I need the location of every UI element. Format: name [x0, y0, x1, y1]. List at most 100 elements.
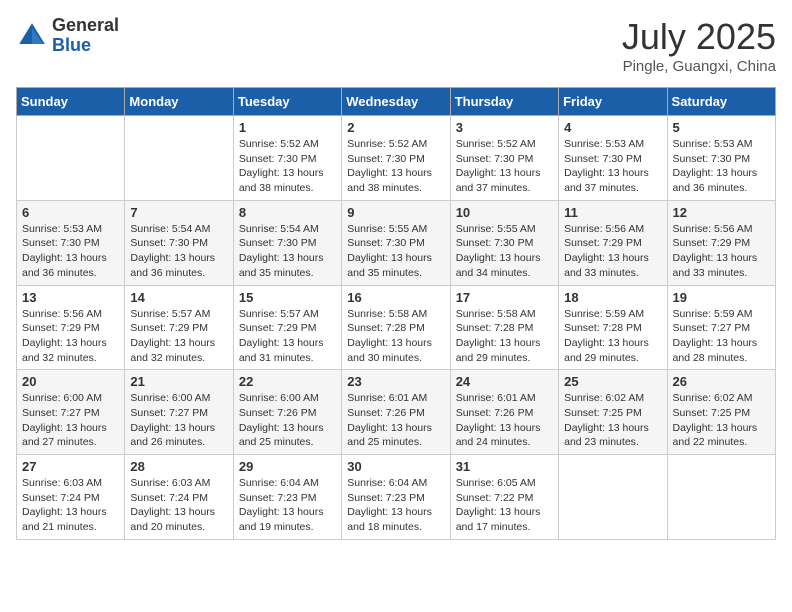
day-info: Sunrise: 5:57 AM Sunset: 7:29 PM Dayligh…	[130, 307, 227, 366]
day-number: 9	[347, 205, 444, 220]
day-info: Sunrise: 5:52 AM Sunset: 7:30 PM Dayligh…	[239, 137, 336, 196]
weekday-header: Thursday	[450, 88, 558, 116]
day-number: 19	[673, 290, 770, 305]
calendar-cell: 8Sunrise: 5:54 AM Sunset: 7:30 PM Daylig…	[233, 200, 341, 285]
day-number: 12	[673, 205, 770, 220]
weekday-header: Tuesday	[233, 88, 341, 116]
calendar-cell	[667, 455, 775, 540]
day-number: 23	[347, 374, 444, 389]
calendar-cell: 9 Sunrise: 5:55 AM Sunset: 7:30 PM Daylig…	[342, 200, 450, 285]
day-info: Sunrise: 5:58 AM Sunset: 7:28 PM Dayligh…	[347, 307, 444, 366]
calendar-cell: 18 Sunrise: 5:59 AM Sunset: 7:28 PM Dayli…	[559, 285, 667, 370]
day-info: Sunrise: 5:55 AM Sunset: 7:30 PM Dayligh…	[347, 222, 444, 281]
calendar-cell: 30 Sunrise: 6:04 AM Sunset: 7:23 PM Dayli…	[342, 455, 450, 540]
day-info: Sunrise: 6:00 AM Sunset: 7:27 PM Dayligh…	[130, 391, 227, 450]
logo-general-text: General	[52, 16, 119, 36]
calendar-week-row: 6Sunrise: 5:53 AM Sunset: 7:30 PM Daylig…	[17, 200, 776, 285]
day-info: Sunrise: 5:54 AM Sunset: 7:30 PM Dayligh…	[130, 222, 227, 281]
calendar-cell: 16 Sunrise: 5:58 AM Sunset: 7:28 PM Dayli…	[342, 285, 450, 370]
calendar-cell: 25 Sunrise: 6:02 AM Sunset: 7:25 PM Dayli…	[559, 370, 667, 455]
calendar-cell: 11 Sunrise: 5:56 AM Sunset: 7:29 PM Dayli…	[559, 200, 667, 285]
calendar-cell: 20Sunrise: 6:00 AM Sunset: 7:27 PM Dayli…	[17, 370, 125, 455]
calendar-cell	[17, 116, 125, 201]
calendar-cell	[125, 116, 233, 201]
month-title: July 2025	[622, 16, 776, 58]
weekday-header: Wednesday	[342, 88, 450, 116]
day-info: Sunrise: 5:55 AM Sunset: 7:30 PM Dayligh…	[456, 222, 553, 281]
day-info: Sunrise: 5:56 AM Sunset: 7:29 PM Dayligh…	[564, 222, 661, 281]
weekday-header: Sunday	[17, 88, 125, 116]
calendar-cell: 6Sunrise: 5:53 AM Sunset: 7:30 PM Daylig…	[17, 200, 125, 285]
day-number: 26	[673, 374, 770, 389]
calendar-cell: 15 Sunrise: 5:57 AM Sunset: 7:29 PM Dayli…	[233, 285, 341, 370]
day-info: Sunrise: 6:02 AM Sunset: 7:25 PM Dayligh…	[564, 391, 661, 450]
day-info: Sunrise: 5:56 AM Sunset: 7:29 PM Dayligh…	[22, 307, 119, 366]
day-number: 6	[22, 205, 119, 220]
day-number: 21	[130, 374, 227, 389]
calendar-cell: 10 Sunrise: 5:55 AM Sunset: 7:30 PM Dayli…	[450, 200, 558, 285]
day-number: 25	[564, 374, 661, 389]
day-info: Sunrise: 5:53 AM Sunset: 7:30 PM Dayligh…	[673, 137, 770, 196]
day-info: Sunrise: 6:03 AM Sunset: 7:24 PM Dayligh…	[130, 476, 227, 535]
day-number: 2	[347, 120, 444, 135]
day-number: 18	[564, 290, 661, 305]
calendar-cell: 7 Sunrise: 5:54 AM Sunset: 7:30 PM Daylig…	[125, 200, 233, 285]
location-subtitle: Pingle, Guangxi, China	[622, 58, 776, 75]
calendar-week-row: 13 Sunrise: 5:56 AM Sunset: 7:29 PM Dayli…	[17, 285, 776, 370]
logo-blue-text: Blue	[52, 36, 119, 56]
calendar-cell: 31 Sunrise: 6:05 AM Sunset: 7:22 PM Dayli…	[450, 455, 558, 540]
page-header: General Blue July 2025 Pingle, Guangxi, …	[16, 16, 776, 75]
day-number: 17	[456, 290, 553, 305]
day-number: 22	[239, 374, 336, 389]
calendar-cell: 24Sunrise: 6:01 AM Sunset: 7:26 PM Dayli…	[450, 370, 558, 455]
logo: General Blue	[16, 16, 119, 56]
calendar-cell: 27Sunrise: 6:03 AM Sunset: 7:24 PM Dayli…	[17, 455, 125, 540]
day-info: Sunrise: 5:59 AM Sunset: 7:28 PM Dayligh…	[564, 307, 661, 366]
day-info: Sunrise: 6:00 AM Sunset: 7:27 PM Dayligh…	[22, 391, 119, 450]
day-number: 7	[130, 205, 227, 220]
day-info: Sunrise: 6:02 AM Sunset: 7:25 PM Dayligh…	[673, 391, 770, 450]
weekday-header: Saturday	[667, 88, 775, 116]
day-info: Sunrise: 5:52 AM Sunset: 7:30 PM Dayligh…	[456, 137, 553, 196]
day-info: Sunrise: 5:52 AM Sunset: 7:30 PM Dayligh…	[347, 137, 444, 196]
day-number: 3	[456, 120, 553, 135]
day-info: Sunrise: 5:57 AM Sunset: 7:29 PM Dayligh…	[239, 307, 336, 366]
title-block: July 2025 Pingle, Guangxi, China	[622, 16, 776, 75]
calendar-cell: 19 Sunrise: 5:59 AM Sunset: 7:27 PM Dayli…	[667, 285, 775, 370]
weekday-header: Friday	[559, 88, 667, 116]
day-number: 29	[239, 459, 336, 474]
calendar-cell: 29 Sunrise: 6:04 AM Sunset: 7:23 PM Dayli…	[233, 455, 341, 540]
day-number: 4	[564, 120, 661, 135]
day-number: 15	[239, 290, 336, 305]
day-info: Sunrise: 5:59 AM Sunset: 7:27 PM Dayligh…	[673, 307, 770, 366]
calendar-cell: 13 Sunrise: 5:56 AM Sunset: 7:29 PM Dayli…	[17, 285, 125, 370]
day-info: Sunrise: 6:00 AM Sunset: 7:26 PM Dayligh…	[239, 391, 336, 450]
calendar-cell: 14Sunrise: 5:57 AM Sunset: 7:29 PM Dayli…	[125, 285, 233, 370]
calendar-cell: 28 Sunrise: 6:03 AM Sunset: 7:24 PM Dayli…	[125, 455, 233, 540]
day-number: 28	[130, 459, 227, 474]
calendar-week-row: 27 Sunrise: 6:03 AM Sunset: 7:24 PM Dayli…	[17, 455, 776, 540]
day-number: 8	[239, 205, 336, 220]
calendar-cell: 26 Sunrise: 6:02 AM Sunset: 7:25 PM Dayli…	[667, 370, 775, 455]
calendar-cell: 3 Sunrise: 5:52 AM Sunset: 7:30 PM Daylig…	[450, 116, 558, 201]
day-number: 27	[22, 459, 119, 474]
day-number: 31	[456, 459, 553, 474]
logo-icon	[16, 20, 48, 52]
day-info: Sunrise: 5:53 AM Sunset: 7:30 PM Dayligh…	[564, 137, 661, 196]
calendar-cell: 22 Sunrise: 6:00 AM Sunset: 7:26 PM Dayli…	[233, 370, 341, 455]
day-number: 13	[22, 290, 119, 305]
calendar-cell: 1Sunrise: 5:52 AM Sunset: 7:30 PM Daylig…	[233, 116, 341, 201]
day-number: 10	[456, 205, 553, 220]
day-number: 30	[347, 459, 444, 474]
day-info: Sunrise: 6:04 AM Sunset: 7:23 PM Dayligh…	[239, 476, 336, 535]
day-info: Sunrise: 6:04 AM Sunset: 7:23 PM Dayligh…	[347, 476, 444, 535]
day-info: Sunrise: 6:05 AM Sunset: 7:22 PM Dayligh…	[456, 476, 553, 535]
calendar-cell: 21 Sunrise: 6:00 AM Sunset: 7:27 PM Dayli…	[125, 370, 233, 455]
day-number: 11	[564, 205, 661, 220]
weekday-header: Monday	[125, 88, 233, 116]
logo-text: General Blue	[52, 16, 119, 56]
day-info: Sunrise: 6:01 AM Sunset: 7:26 PM Dayligh…	[456, 391, 553, 450]
calendar-cell: 23Sunrise: 6:01 AM Sunset: 7:26 PM Dayli…	[342, 370, 450, 455]
day-number: 16	[347, 290, 444, 305]
calendar-cell: 4 Sunrise: 5:53 AM Sunset: 7:30 PM Daylig…	[559, 116, 667, 201]
